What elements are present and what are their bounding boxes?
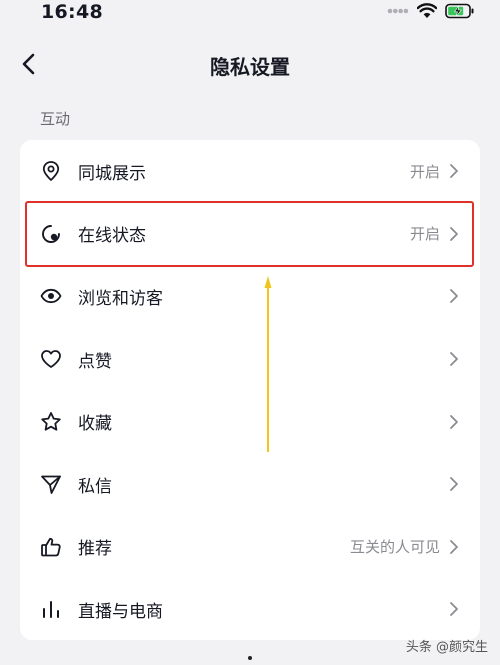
chevron-right-icon [450, 352, 458, 366]
setting-label: 在线状态 [78, 226, 146, 247]
battery-charging-icon [445, 3, 474, 19]
setting-value: 互关的人可见 [349, 538, 440, 557]
star-icon [40, 411, 62, 433]
setting-row-nearby[interactable]: 同城展示 开启 [20, 140, 480, 203]
setting-label: 私信 [78, 476, 112, 497]
online-status-icon [40, 223, 62, 245]
thumbs-up-icon [40, 536, 62, 558]
chevron-right-icon [450, 477, 458, 492]
section-title: 互动 [40, 110, 71, 128]
watermark: 头条 @颜究生 [405, 640, 488, 655]
setting-row-favorites[interactable]: 收藏 [20, 390, 480, 453]
setting-label: 推荐 [78, 539, 112, 560]
setting-label: 直播与电商 [78, 601, 163, 622]
chevron-right-icon [450, 602, 458, 617]
chevron-right-icon [450, 289, 458, 304]
bar-chart-icon [40, 598, 62, 620]
chevron-right-icon [450, 539, 458, 554]
status-time: 16:48 [41, 1, 103, 23]
eye-icon [40, 285, 62, 307]
setting-label: 收藏 [78, 414, 112, 435]
signal-dots-icon [387, 8, 409, 14]
setting-row-recommend[interactable]: 推荐 互关的人可见 [20, 516, 480, 579]
setting-value: 开启 [409, 162, 440, 181]
send-icon [40, 473, 62, 495]
nav-bar: 隐私设置 [0, 40, 500, 88]
setting-label: 点赞 [78, 351, 112, 372]
setting-row-live-commerce[interactable]: 直播与电商 [20, 578, 480, 640]
setting-row-online-status[interactable]: 在线状态 开启 [20, 203, 480, 266]
status-bar: 16:48 [0, 0, 500, 26]
page-title: 隐私设置 [210, 55, 290, 79]
wifi-icon [417, 3, 437, 18]
heart-icon [40, 348, 62, 370]
chevron-right-icon [450, 164, 458, 179]
setting-label: 同城展示 [78, 163, 146, 184]
setting-row-likes[interactable]: 点赞 [20, 328, 480, 391]
home-indicator [248, 656, 252, 660]
chevron-right-icon [450, 226, 458, 241]
setting-row-messages[interactable]: 私信 [20, 453, 480, 516]
location-pin-icon [40, 160, 62, 182]
settings-card: 同城展示 开启 在线状态 开启 浏览和访客 点赞 收藏 私信 推荐 互关的人可见… [20, 140, 480, 640]
chevron-right-icon [450, 414, 458, 429]
setting-row-views-visitors[interactable]: 浏览和访客 [20, 265, 480, 328]
setting-label: 浏览和访客 [78, 288, 163, 309]
setting-value: 开启 [409, 225, 440, 244]
status-icons [387, 3, 475, 19]
